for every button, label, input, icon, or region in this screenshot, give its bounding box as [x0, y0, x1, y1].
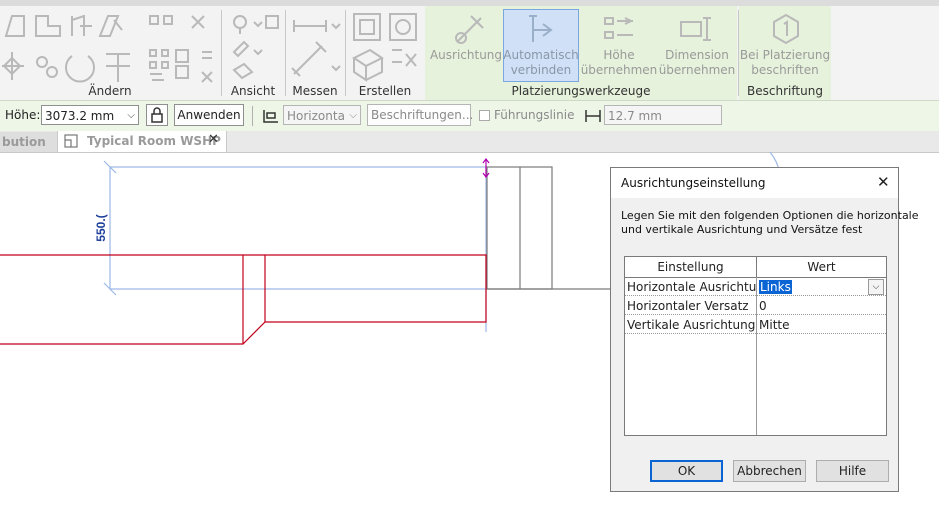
- panel-messen: Messen: [286, 6, 344, 100]
- floor-plan-icon: [64, 134, 78, 148]
- modify-tools-icon[interactable]: [2, 12, 217, 84]
- chevron-down-icon[interactable]: ⌵: [868, 279, 884, 295]
- align-button-label[interactable]: Ausrichtung: [429, 48, 503, 63]
- chevron-down-icon: ⌵: [349, 110, 357, 121]
- grid-value-cell[interactable]: 0: [757, 297, 886, 315]
- dimension-text[interactable]: 550.(: [94, 214, 108, 241]
- height-value: 3073.2 mm: [45, 109, 115, 123]
- inherit-size-label-1[interactable]: Dimension: [657, 48, 737, 63]
- tags-button[interactable]: Beschriftungen...: [367, 104, 473, 126]
- ribbon: Ändern Ansicht Messen Erstellen Ausricht…: [0, 0, 939, 100]
- leader-length-field[interactable]: 12.7 mm: [604, 105, 722, 125]
- lock-button[interactable]: [146, 104, 168, 126]
- dialog-description: Legen Sie mit den folgenden Optionen die…: [621, 209, 919, 237]
- panel-label-aendern: Ändern: [88, 84, 132, 98]
- view-tab-title: Typical Room WSHP: [87, 134, 221, 148]
- dialog-description-line-1: Legen Sie mit den folgenden Optionen die…: [621, 209, 919, 222]
- dialog-title: Ausrichtungseinstellung: [621, 176, 766, 190]
- tag-on-placement-icon[interactable]: [769, 12, 803, 46]
- tag-on-placement-label-2[interactable]: beschriften: [739, 63, 831, 78]
- column-header-einstellung: Einstellung: [625, 257, 757, 278]
- leader-label: Führungslinie: [494, 108, 575, 122]
- cancel-button[interactable]: Abbrechen: [733, 460, 806, 482]
- grid-setting-cell: Horizontale Ausrichtung: [625, 280, 756, 296]
- panel-beschriftung: Bei Platzierung beschriften Beschriftung: [739, 6, 831, 100]
- close-icon[interactable]: ✕: [208, 132, 219, 147]
- lock-icon: [151, 107, 163, 123]
- tag-on-placement-label-1[interactable]: Bei Platzierung: [739, 48, 831, 63]
- close-icon[interactable]: ✕: [877, 173, 890, 191]
- tag-orientation-icon: [263, 110, 278, 123]
- panel-aendern: Ändern: [0, 6, 220, 100]
- duct-outline: [486, 166, 610, 290]
- view-tools-icon[interactable]: [228, 12, 280, 82]
- dialog-title-bar[interactable]: Ausrichtungseinstellung ✕: [611, 168, 898, 198]
- tag-orientation-select[interactable]: Horizonta ⌵: [283, 105, 361, 125]
- help-button[interactable]: Hilfe: [816, 460, 889, 482]
- inherit-elevation-label-1[interactable]: Höhe: [579, 48, 659, 63]
- panel-platzierungswerkzeuge: Ausrichtung Automatisch verbinden Höhe ü…: [425, 6, 737, 100]
- measure-tools-icon[interactable]: [290, 12, 342, 82]
- panel-label-erstellen: Erstellen: [358, 84, 412, 98]
- inherit-elevation-icon[interactable]: [601, 14, 637, 44]
- dialog-description-line-2: und vertikale Ausrichtung und Versätze f…: [621, 223, 863, 236]
- inherit-elevation-label-2[interactable]: übernehmen: [579, 63, 659, 78]
- apply-button[interactable]: Anwenden: [174, 104, 244, 126]
- inherit-size-label-2[interactable]: übernehmen: [657, 63, 737, 78]
- options-separator: [252, 106, 253, 126]
- ok-button[interactable]: OK: [650, 460, 723, 482]
- grid-setting-cell: Vertikale Ausrichtung: [625, 318, 756, 334]
- auto-connect-icon: [529, 15, 553, 42]
- leader-checkbox[interactable]: [479, 110, 490, 121]
- grid-value-dropdown[interactable]: Links ⌵: [757, 278, 886, 296]
- grid-setting-cell: Horizontaler Versatz: [625, 297, 756, 315]
- create-tools-icon[interactable]: [350, 10, 422, 84]
- align-icon[interactable]: [451, 12, 487, 46]
- panel-label-platzierungswerkzeuge: Platzierungswerkzeuge: [511, 84, 651, 98]
- chevron-down-icon: ⌵: [127, 110, 135, 121]
- panel-label-beschriftung: Beschriftung: [747, 84, 823, 98]
- height-combobox[interactable]: 3073.2 mm ⌵: [41, 105, 139, 125]
- alignment-settings-dialog: Ausrichtungseinstellung ✕ Legen Sie mit …: [610, 167, 919, 492]
- settings-grid: Einstellung Wert Horizontale Ausrichtung…: [624, 256, 887, 436]
- panel-erstellen: Erstellen: [346, 6, 424, 100]
- leader-length-icon: [585, 110, 601, 122]
- options-bar: Höhe: 3073.2 mm ⌵ Anwenden Horizonta ⌵ B…: [0, 100, 939, 132]
- panel-label-ansicht: Ansicht: [230, 84, 276, 98]
- panel-label-messen: Messen: [292, 84, 338, 98]
- inherit-size-icon[interactable]: [677, 16, 713, 42]
- view-tab-active[interactable]: Typical Room WSHP ✕: [57, 131, 227, 152]
- view-tab-previous[interactable]: bution: [0, 132, 57, 152]
- grid-value-cell[interactable]: Mitte: [757, 316, 886, 334]
- equipment-outline: [0, 254, 487, 345]
- panel-ansicht: Ansicht: [222, 6, 284, 100]
- view-tab-bar: bution Typical Room WSHP ✕: [0, 131, 939, 153]
- tag-orientation-value: Horizonta: [287, 109, 345, 123]
- height-label: Höhe:: [5, 108, 41, 122]
- auto-connect-label-1: Automatisch: [503, 48, 579, 62]
- leader-length-value: 12.7 mm: [608, 109, 662, 123]
- resize-grip-icon[interactable]: [482, 158, 490, 178]
- column-header-wert: Wert: [757, 257, 886, 278]
- grid-value-selected: Links: [759, 280, 792, 294]
- auto-connect-label-2: verbinden: [510, 63, 572, 77]
